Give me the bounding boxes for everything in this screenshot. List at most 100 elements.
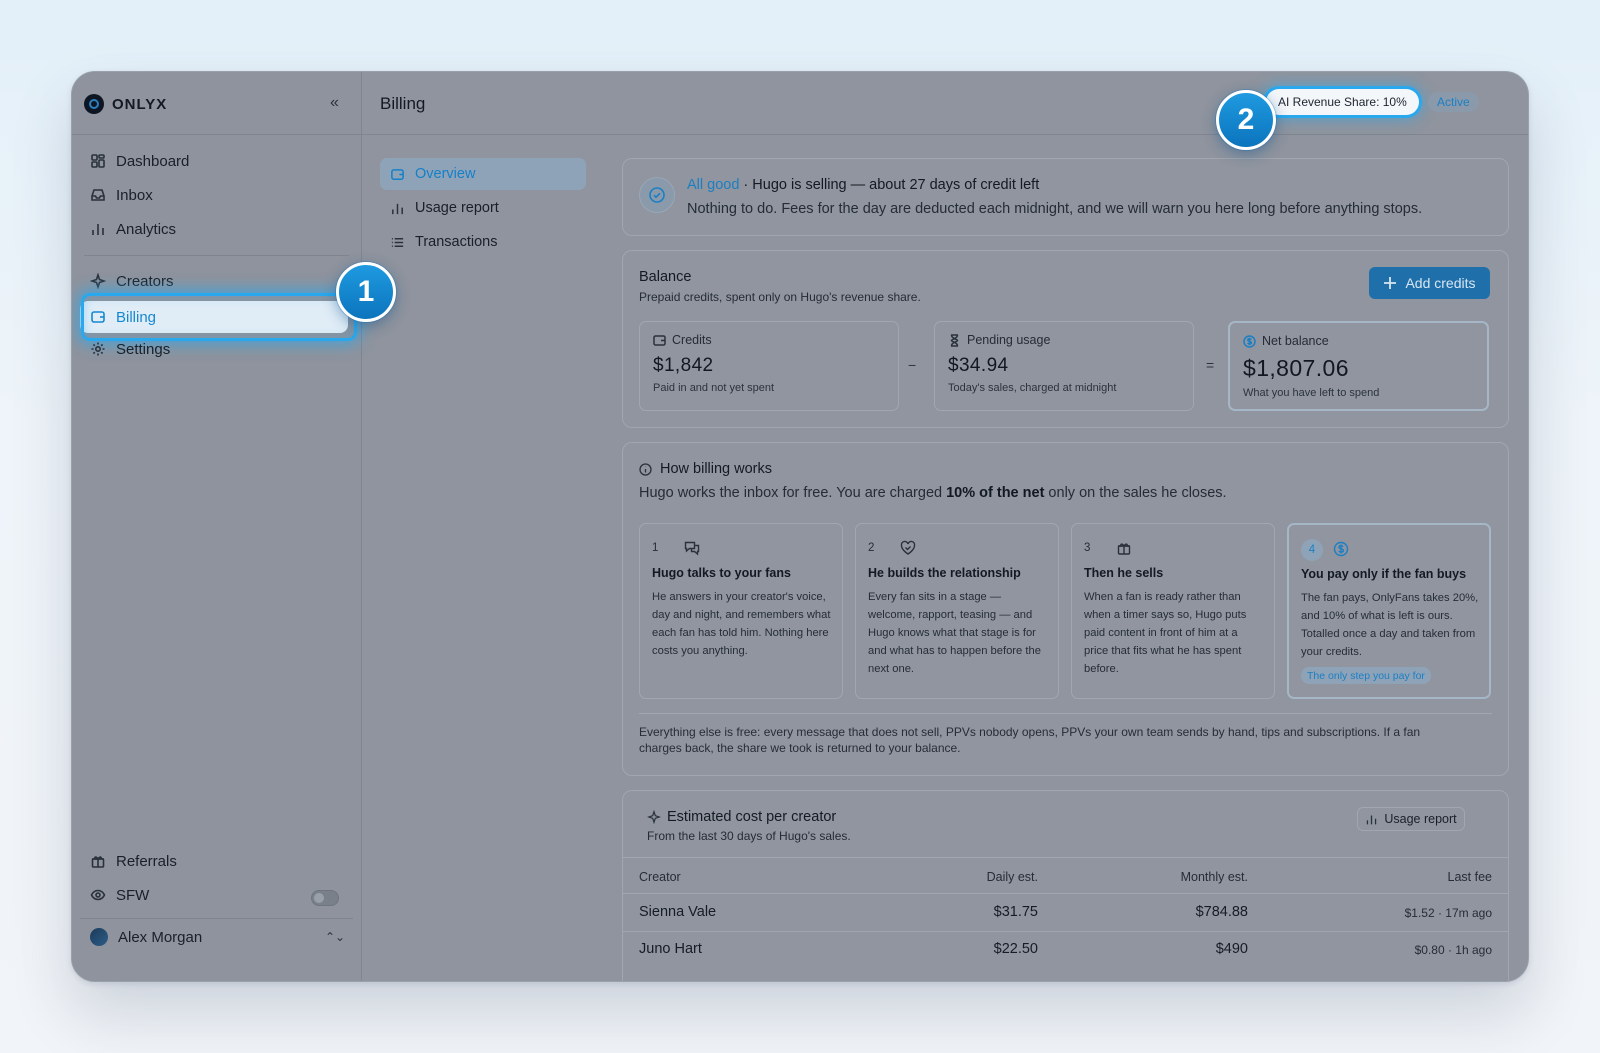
app-window: ONLYX « Dashboard Inbox Analytics Creato… <box>71 71 1529 982</box>
subnav-item-transactions[interactable]: Transactions <box>380 226 586 258</box>
brand[interactable]: ONLYX <box>84 94 167 114</box>
subnav-item-label: Transactions <box>415 234 498 250</box>
subnav-item-label: Usage report <box>415 200 499 216</box>
table-divider <box>623 931 1508 932</box>
dashboard-icon <box>90 153 106 169</box>
balance-title: Balance <box>639 269 692 285</box>
gear-icon <box>90 341 106 357</box>
brand-logo-icon <box>84 94 104 114</box>
step-body: When a fan is ready rather than when a t… <box>1084 591 1247 675</box>
how-billing-divider <box>639 713 1492 714</box>
net-note: What you have left to spend <box>1243 387 1380 399</box>
sidebar-divider <box>80 918 353 919</box>
cell-creator: Sienna Vale <box>639 904 717 920</box>
cell-last-fee: $0.80 · 1h ago <box>1414 943 1492 957</box>
lead-text: only on the sales he closes. <box>1044 485 1227 501</box>
table-divider <box>623 893 1508 894</box>
page-title: Billing <box>380 94 426 113</box>
add-credits-button[interactable]: Add credits <box>1369 267 1490 299</box>
sidebar-item-label: SFW <box>116 886 150 904</box>
wallet-icon <box>391 168 404 180</box>
how-billing-title: How billing works <box>660 461 773 477</box>
balance-subtitle: Prepaid credits, spent only on Hugo's re… <box>639 290 921 304</box>
step-number: 4 <box>1301 539 1323 561</box>
step-number: 3 <box>1084 542 1091 554</box>
step-card: 1 Hugo talks to your fans He answers in … <box>639 523 843 699</box>
plus-icon <box>1384 277 1397 289</box>
usage-report-label: Usage report <box>1384 812 1457 826</box>
step-title: Then he sells <box>1084 566 1164 580</box>
avatar <box>90 928 108 946</box>
sidebar-item-label: Creators <box>116 272 174 290</box>
cell-monthly: $490 <box>1215 941 1248 957</box>
status-badge: Active <box>1428 92 1479 112</box>
sidebar-item-referrals[interactable]: Referrals <box>80 845 348 877</box>
step-body: He answers in your creator's voice, day … <box>652 591 831 657</box>
step-card: 3 Then he sells When a fan is ready rath… <box>1071 523 1275 699</box>
chevron-up-down-icon[interactable]: ⌃⌄ <box>325 930 345 944</box>
step-title: Hugo talks to your fans <box>652 566 791 580</box>
lead-text: Hugo works the inbox for free. You are c… <box>639 485 947 501</box>
column-header-creator: Creator <box>639 870 681 884</box>
collapse-sidebar-icon[interactable]: « <box>330 94 339 112</box>
table-divider <box>623 857 1508 858</box>
sparkle-icon <box>647 810 661 824</box>
sidebar-item-label: Dashboard <box>116 152 190 170</box>
inbox-icon <box>90 187 106 203</box>
sidebar-item-dashboard[interactable]: Dashboard <box>80 145 348 177</box>
pending-label-text: Pending usage <box>967 333 1051 347</box>
step-marker: 1 <box>336 262 396 322</box>
credits-label: Credits <box>653 333 712 347</box>
status-summary: · Hugo is selling — about 27 days of cre… <box>739 177 1040 193</box>
sidebar-item-sfw[interactable]: SFW <box>80 879 348 911</box>
step-title: He builds the relationship <box>868 566 1021 580</box>
estimate-header: Estimated cost per creator <box>647 809 836 825</box>
step-title: You pay only if the fan buys <box>1301 567 1467 581</box>
credits-box: Credits $1,842 Paid in and not yet spent <box>639 321 899 411</box>
check-circle-icon <box>639 177 675 213</box>
net-label-text: Net balance <box>1262 334 1329 348</box>
step-body: The fan pays, OnlyFans takes 20%, and 10… <box>1301 592 1479 658</box>
sidebar-item-label: Referrals <box>116 852 177 870</box>
eye-icon <box>90 887 106 903</box>
info-icon <box>639 462 652 476</box>
step-number: 2 <box>868 542 875 554</box>
how-billing-header: How billing works <box>639 461 772 477</box>
pending-box: Pending usage $34.94 Today's sales, char… <box>934 321 1194 411</box>
dollar-circle-icon <box>1333 541 1349 557</box>
step-body: Every fan sits in a stage — welcome, rap… <box>868 591 1041 675</box>
sidebar-item-analytics[interactable]: Analytics <box>80 213 348 245</box>
hourglass-icon <box>950 333 959 347</box>
subnav-item-overview[interactable]: Overview <box>380 158 586 190</box>
status-good-label: All good <box>687 177 740 193</box>
sidebar-item-inbox[interactable]: Inbox <box>80 179 348 211</box>
billing-subnav: Overview Usage report Transactions <box>362 135 614 981</box>
credits-amount: $1,842 <box>653 355 714 376</box>
analytics-icon <box>1367 814 1377 824</box>
usage-report-button[interactable]: Usage report <box>1357 807 1465 831</box>
net-amount: $1,807.06 <box>1243 355 1349 381</box>
sidebar-item-settings[interactable]: Settings <box>80 333 348 365</box>
sidebar-item-label: Settings <box>116 340 171 358</box>
sparkle-icon <box>90 273 106 289</box>
subnav-item-label: Overview <box>415 166 476 182</box>
credits-label-text: Credits <box>672 333 712 347</box>
equals-operator: = <box>1206 357 1215 373</box>
user-menu[interactable]: Alex Morgan <box>90 928 202 946</box>
status-headline: All good · Hugo is selling — about 27 da… <box>687 177 1039 193</box>
credits-note: Paid in and not yet spent <box>653 382 775 394</box>
cell-daily: $31.75 <box>993 904 1038 920</box>
step-marker: 2 <box>1216 90 1276 150</box>
user-name: Alex Morgan <box>118 928 203 946</box>
wallet-icon <box>653 334 666 346</box>
revenue-share-pill[interactable]: AI Revenue Share: 10% <box>1266 89 1419 115</box>
estimate-title: Estimated cost per creator <box>667 809 837 825</box>
how-billing-footer: Everything else is free: every message t… <box>639 725 1421 755</box>
step-card-paid: 4 You pay only if the fan buys The fan p… <box>1287 523 1491 699</box>
sfw-toggle[interactable] <box>311 890 339 906</box>
gift-icon <box>1116 540 1132 556</box>
subnav-item-usage-report[interactable]: Usage report <box>380 192 586 224</box>
net-balance-box: Net balance $1,807.06 What you have left… <box>1228 321 1489 411</box>
cell-daily: $22.50 <box>993 941 1038 957</box>
step-card: 2 He builds the relationship Every fan s… <box>855 523 1059 699</box>
